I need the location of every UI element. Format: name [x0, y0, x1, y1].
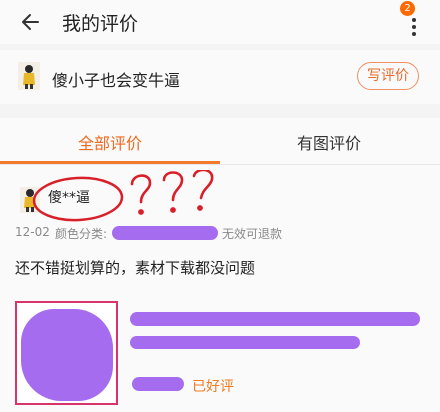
more-dot-icon: [412, 32, 416, 36]
write-review-button[interactable]: 写评价: [357, 62, 419, 90]
redaction-scribble: [112, 226, 218, 240]
redaction-scribble: [21, 309, 113, 401]
back-arrow-icon[interactable]: [20, 11, 42, 33]
tab-all-reviews[interactable]: 全部评价: [78, 130, 142, 154]
active-tab-indicator: [0, 161, 220, 164]
more-dot-icon: [412, 18, 416, 22]
red-circle-annotation: [32, 176, 124, 222]
product-name: 傻小子也会变牛逼: [52, 71, 181, 90]
question-marks-annotation: [130, 170, 214, 215]
good-review-status: 已好评: [192, 379, 234, 395]
top-bar: 我的评价 2: [0, 0, 440, 44]
color-category-label: 颜色分类:: [55, 227, 108, 241]
review-date: 12-02: [15, 225, 50, 239]
product-thumbnail: [18, 62, 40, 90]
redaction-scribble: [130, 312, 420, 326]
review-tabs: 全部评价 有图评价: [0, 118, 440, 165]
review-image[interactable]: [15, 301, 118, 405]
redaction-scribble: [132, 377, 184, 391]
redaction-scribble: [130, 336, 360, 349]
page-title: 我的评价: [62, 13, 139, 35]
tab-reviews-with-images[interactable]: 有图评价: [297, 130, 361, 154]
more-dot-icon: [412, 25, 416, 29]
review-text: 还不错挺划算的，素材下载都没问题: [15, 259, 256, 277]
invalid-refund-note: 无效可退款: [222, 227, 283, 241]
product-row: 傻小子也会变牛逼 写评价: [0, 50, 440, 104]
notification-badge: 2: [400, 1, 415, 16]
